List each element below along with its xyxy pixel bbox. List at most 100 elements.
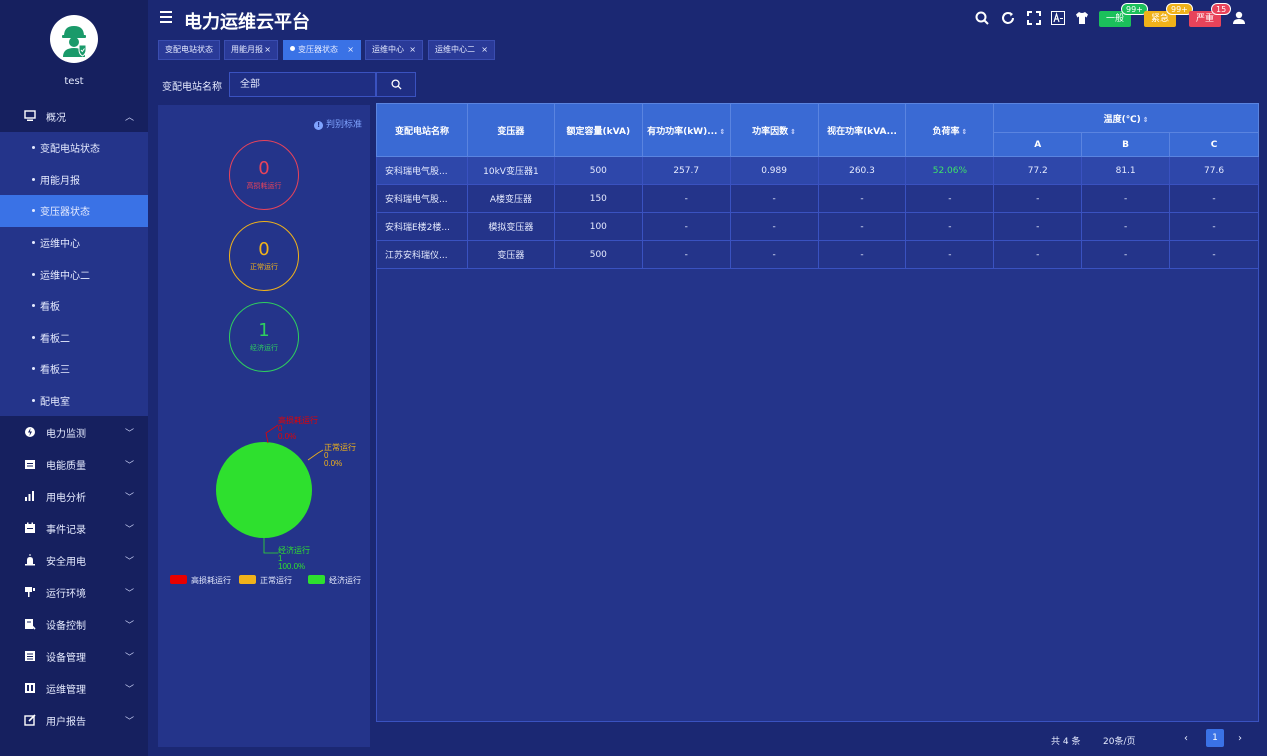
close-icon[interactable]: ×: [409, 41, 416, 59]
sidebar-item-monthly-report[interactable]: 用能月报: [0, 164, 148, 196]
tab-transformer-status[interactable]: 变压器状态 ×: [283, 40, 361, 60]
legend-swatch-0[interactable]: [170, 575, 187, 584]
fullscreen-icon[interactable]: [1026, 10, 1042, 26]
device-control-icon: [24, 618, 36, 630]
top-header: 电力运维云平台 一般 99+ 紧急 99+ 严重 15: [148, 0, 1267, 38]
prev-page-icon[interactable]: ‹: [1184, 733, 1188, 744]
col-station[interactable]: 变配电站名称: [376, 103, 468, 157]
col-capacity[interactable]: 额定容量(kVA): [553, 103, 643, 157]
cell-station: 安科瑞电气股...: [376, 156, 468, 185]
event-record-icon: [24, 522, 36, 534]
pie-slice-2[interactable]: [216, 442, 312, 538]
sidebar-group-overview[interactable]: 概况 ︿: [0, 100, 148, 132]
sidebar-item-board-3[interactable]: 看板三: [0, 353, 148, 385]
chevron-down-icon: ﹀: [124, 525, 134, 536]
cell-station: 江苏安科瑞仪...: [376, 240, 468, 269]
tab-monthly-report[interactable]: 用能月报 ×: [224, 40, 278, 60]
table-row[interactable]: 江苏安科瑞仪... 变压器 500 - - - - - - -: [376, 240, 1259, 269]
sidebar-item-board-2[interactable]: 看板二: [0, 322, 148, 354]
legend-swatch-1[interactable]: [239, 575, 256, 584]
menu-toggle-icon[interactable]: [160, 11, 174, 25]
close-icon[interactable]: ×: [347, 41, 354, 59]
search-icon: [390, 79, 402, 90]
col-load-rate[interactable]: 负荷率 ⇕: [905, 103, 995, 157]
col-temp-a: A: [993, 132, 1083, 157]
chevron-down-icon: ﹀: [124, 557, 134, 568]
sidebar-nav: 概况 ︿ 变配电站状态 用能月报 变压器状态 运维中心 运维中心二 看板 看板二…: [0, 100, 148, 736]
cell-temp-a: -: [993, 240, 1083, 269]
font-size-icon[interactable]: [1050, 10, 1066, 26]
sidebar-item-transformer-status[interactable]: 变压器状态: [0, 195, 148, 227]
search-icon[interactable]: [974, 10, 990, 26]
sidebar-group-ops-manage[interactable]: 运维管理 ﹀: [0, 672, 148, 704]
sidebar-item-ops-center-2[interactable]: 运维中心二: [0, 258, 148, 290]
sidebar-item-ops-center[interactable]: 运维中心: [0, 227, 148, 259]
info-icon: !: [314, 121, 324, 130]
col-apparent-power[interactable]: 视在功率(kVA...: [817, 103, 907, 157]
criteria-label: 判别标准: [325, 120, 362, 130]
cell-apparent-power: -: [817, 184, 907, 213]
col-power-factor[interactable]: 功率因数 ⇕: [729, 103, 819, 157]
col-active-power[interactable]: 有功功率(kW)... ⇕: [641, 103, 731, 157]
sidebar-group-environment[interactable]: 运行环境 ﹀: [0, 576, 148, 608]
legend-label-0[interactable]: 高损耗运行: [191, 575, 231, 585]
tab-ops-center-2[interactable]: 运维中心二 ×: [428, 40, 495, 60]
sort-icon[interactable]: ⇕: [790, 128, 796, 136]
cell-capacity: 100: [553, 212, 643, 241]
col-temperature[interactable]: 温度(℃) ⇕: [993, 103, 1259, 133]
chevron-down-icon: ﹀: [124, 621, 134, 632]
sidebar-item-label: 运维中心二: [40, 270, 90, 282]
engineer-avatar-icon: [62, 26, 87, 57]
col-transformer[interactable]: 变压器: [466, 103, 555, 157]
header-label: 变压器: [497, 126, 525, 137]
cell-active-power: -: [641, 212, 731, 241]
page-title: 电力运维云平台: [184, 12, 310, 33]
sidebar-item-distribution-room[interactable]: 配电室: [0, 385, 148, 417]
safety-icon: [24, 554, 36, 566]
station-select[interactable]: 全部: [229, 72, 376, 97]
sidebar-group-report[interactable]: 用户报告 ﹀: [0, 704, 148, 736]
sidebar-group-device-manage[interactable]: 设备管理 ﹀: [0, 640, 148, 672]
legend-label-1[interactable]: 正常运行: [260, 575, 292, 585]
sidebar-group-analysis[interactable]: 用电分析 ﹀: [0, 480, 148, 512]
sidebar-group-power-quality[interactable]: 电能质量 ﹀: [0, 448, 148, 480]
avatar[interactable]: [50, 15, 98, 63]
sort-icon[interactable]: ⇕: [1143, 116, 1149, 124]
tab-label: 用能月报: [231, 45, 263, 54]
tab-station-status[interactable]: 变配电站状态: [158, 40, 220, 60]
bullet-icon: [32, 241, 35, 245]
page-size-select[interactable]: 20条/页: [1103, 734, 1136, 747]
cell-transformer: 模拟变压器: [466, 212, 555, 241]
sidebar-group-power-monitor[interactable]: 电力监测 ﹀: [0, 416, 148, 448]
ring-value: 0: [258, 239, 270, 260]
refresh-icon[interactable]: [1000, 10, 1016, 26]
tab-ops-center[interactable]: 运维中心 ×: [365, 40, 423, 60]
station-filter-label: 变配电站名称: [162, 82, 222, 93]
next-page-icon[interactable]: ›: [1238, 733, 1242, 744]
cell-transformer: 变压器: [466, 240, 555, 269]
sort-icon[interactable]: ⇕: [961, 128, 967, 136]
cell-power-factor: -: [729, 240, 819, 269]
sidebar-group-device-control[interactable]: 设备控制 ﹀: [0, 608, 148, 640]
criteria-link[interactable]: ! 判别标准: [314, 117, 362, 130]
page-number-button[interactable]: 1: [1206, 729, 1224, 747]
theme-shirt-icon[interactable]: [1074, 10, 1090, 26]
sidebar-item-board[interactable]: 看板: [0, 290, 148, 322]
bullet-icon: [32, 272, 35, 276]
status-panel: ! 判别标准 0 高损耗运行 0 正常运行 1 经济运行 高损耗运行 0 0.0% 正…: [158, 105, 370, 747]
table-row[interactable]: 安科瑞E楼2楼... 模拟变压器 100 - - - - - - -: [376, 212, 1259, 241]
user-icon[interactable]: [1231, 10, 1247, 26]
sidebar-item-label: 变压器状态: [40, 207, 90, 219]
pie-label-category-1: 正常运行: [324, 442, 356, 452]
table-row[interactable]: 安科瑞电气股... A楼变压器 150 - - - - - - -: [376, 184, 1259, 213]
table-row[interactable]: 安科瑞电气股... 10kV变压器1 500 257.7 0.989 260.3…: [376, 156, 1259, 185]
close-icon[interactable]: ×: [481, 41, 488, 59]
legend-swatch-2[interactable]: [308, 575, 325, 584]
sidebar-group-event-record[interactable]: 事件记录 ﹀: [0, 512, 148, 544]
sidebar-group-safety[interactable]: 安全用电 ﹀: [0, 544, 148, 576]
close-icon[interactable]: ×: [264, 41, 271, 59]
sidebar-item-station-status[interactable]: 变配电站状态: [0, 132, 148, 164]
sort-icon[interactable]: ⇕: [719, 128, 725, 136]
search-button[interactable]: [376, 72, 416, 97]
legend-label-2[interactable]: 经济运行: [329, 575, 361, 585]
